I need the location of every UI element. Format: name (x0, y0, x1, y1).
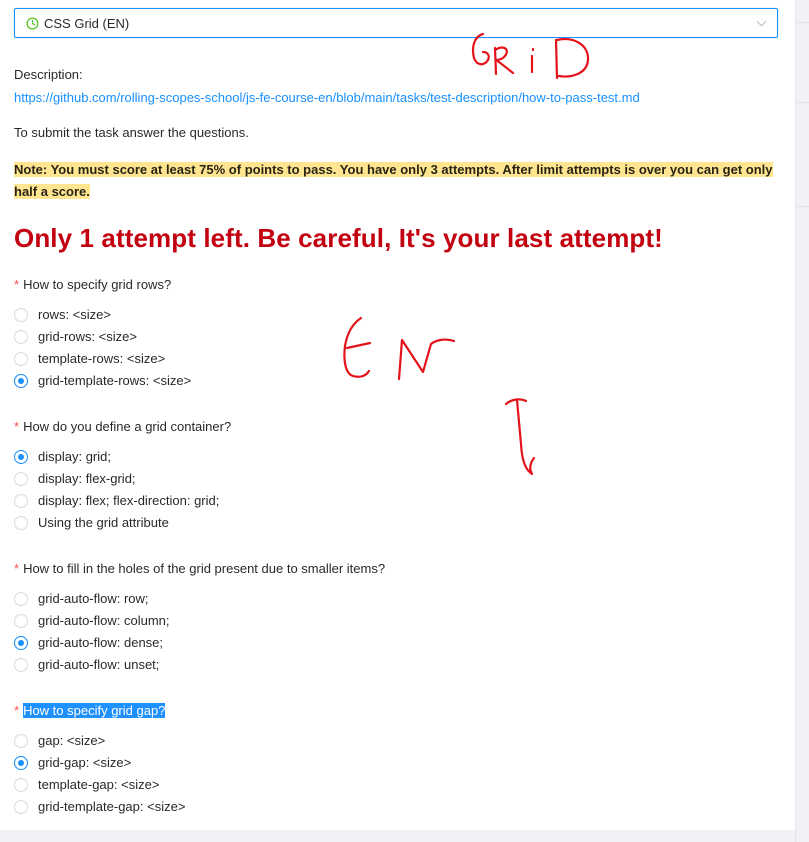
annotation-letter-d (554, 37, 590, 80)
option-label[interactable]: template-gap: <size> (38, 777, 159, 793)
clock-circle-icon (26, 17, 39, 30)
submit-instructions: To submit the task answer the questions. (14, 125, 249, 140)
radio-button-checked[interactable] (14, 374, 28, 388)
option-label[interactable]: grid-template-gap: <size> (38, 799, 185, 815)
radio-option[interactable]: display: flex-grid; (14, 469, 231, 491)
radio-button[interactable] (14, 592, 28, 606)
attempts-note: Note: You must score at least 75% of poi… (14, 159, 774, 203)
annotation-letter-n (397, 338, 456, 381)
radio-button[interactable] (14, 352, 28, 366)
quiz-panel: CSS Grid (EN) Description: https://githu… (0, 0, 795, 830)
radio-button[interactable] (14, 308, 28, 322)
question-title: * How to specify grid gap? (14, 701, 166, 721)
question-2: * How do you define a grid container? dis… (14, 417, 231, 535)
option-label[interactable]: display: flex-grid; (38, 471, 136, 487)
radio-option[interactable]: grid-auto-flow: dense; (14, 633, 385, 655)
radio-button[interactable] (14, 658, 28, 672)
option-label[interactable]: template-rows: <size> (38, 351, 165, 367)
question-title: * How do you define a grid container? (14, 417, 231, 437)
radio-option[interactable]: grid-auto-flow: unset; (14, 655, 385, 677)
attempts-warning: Only 1 attempt left. Be careful, It's yo… (14, 223, 663, 253)
question-title: * How to fill in the holes of the grid pr… (14, 559, 385, 579)
option-label[interactable]: grid-rows: <size> (38, 329, 137, 345)
required-mark: * (14, 277, 20, 292)
option-label[interactable]: rows: <size> (38, 307, 111, 323)
attempts-note-text: Note: You must score at least 75% of poi… (14, 162, 773, 199)
radio-button[interactable] (14, 614, 28, 628)
radio-option[interactable]: Using the grid attribute (14, 513, 231, 535)
radio-option[interactable]: grid-rows: <size> (14, 327, 171, 349)
question-3: * How to fill in the holes of the grid pr… (14, 559, 385, 677)
radio-option[interactable]: grid-gap: <size> (14, 753, 165, 775)
radio-button-checked[interactable] (14, 450, 28, 464)
radio-option[interactable]: grid-template-rows: <size> (14, 371, 191, 393)
option-label[interactable]: grid-auto-flow: unset; (38, 657, 159, 673)
right-scroll-area (795, 0, 809, 842)
annotation-letter-g (471, 32, 490, 66)
description-label: Description: (14, 67, 83, 82)
course-select[interactable]: CSS Grid (EN) (14, 8, 778, 38)
radio-button[interactable] (14, 516, 28, 530)
radio-option[interactable]: template-rows: <size> (14, 349, 171, 371)
radio-button[interactable] (14, 800, 28, 814)
option-label[interactable]: grid-gap: <size> (38, 755, 131, 771)
radio-option[interactable]: gap: <size> (14, 731, 165, 753)
annotation-letter-e (343, 316, 372, 378)
question-text: How do you define a grid container? (23, 419, 232, 434)
radio-option[interactable]: grid-auto-flow: row; (14, 589, 385, 611)
radio-button[interactable] (14, 472, 28, 486)
option-label[interactable]: grid-auto-flow: dense; (38, 635, 163, 651)
annotation-cursor-mark (504, 398, 536, 476)
question-1: * How to specify grid rows? rows: <size> … (14, 275, 191, 393)
required-mark: * (14, 419, 20, 434)
option-label[interactable]: grid-auto-flow: column; (38, 613, 170, 629)
annotation-letter-i (530, 47, 535, 74)
required-mark: * (14, 703, 20, 718)
question-text: How to specify grid rows? (23, 277, 172, 292)
radio-option[interactable]: rows: <size> (14, 305, 171, 327)
option-label[interactable]: display: flex; flex-direction: grid; (38, 493, 219, 509)
question-title: * How to specify grid rows? (14, 275, 171, 295)
course-select-value: CSS Grid (EN) (44, 16, 130, 31)
radio-option[interactable]: display: grid; (14, 447, 231, 469)
option-label[interactable]: Using the grid attribute (38, 515, 169, 531)
question-4: * How to specify grid gap? gap: <size> gr… (14, 701, 185, 819)
radio-option[interactable]: template-gap: <size> (14, 775, 165, 797)
radio-option[interactable]: display: flex; flex-direction: grid; (14, 491, 231, 513)
radio-option[interactable]: grid-auto-flow: column; (14, 611, 385, 633)
radio-option[interactable]: grid-template-gap: <size> (14, 797, 185, 819)
radio-button-checked[interactable] (14, 756, 28, 770)
option-label[interactable]: grid-template-rows: <size> (38, 373, 191, 389)
radio-button[interactable] (14, 330, 28, 344)
option-label[interactable]: gap: <size> (38, 733, 105, 749)
radio-button[interactable] (14, 778, 28, 792)
option-label[interactable]: grid-auto-flow: row; (38, 591, 149, 607)
required-mark: * (14, 561, 20, 576)
question-text: How to fill in the holes of the grid pre… (23, 561, 386, 576)
annotation-letter-r (493, 46, 515, 76)
radio-button[interactable] (14, 494, 28, 508)
description-link[interactable]: https://github.com/rolling-scopes-school… (14, 90, 640, 105)
chevron-down-icon[interactable] (756, 19, 767, 28)
radio-button-checked[interactable] (14, 636, 28, 650)
option-label[interactable]: display: grid; (38, 449, 111, 465)
question-text-selected: How to specify grid gap? (23, 703, 166, 718)
radio-button[interactable] (14, 734, 28, 748)
